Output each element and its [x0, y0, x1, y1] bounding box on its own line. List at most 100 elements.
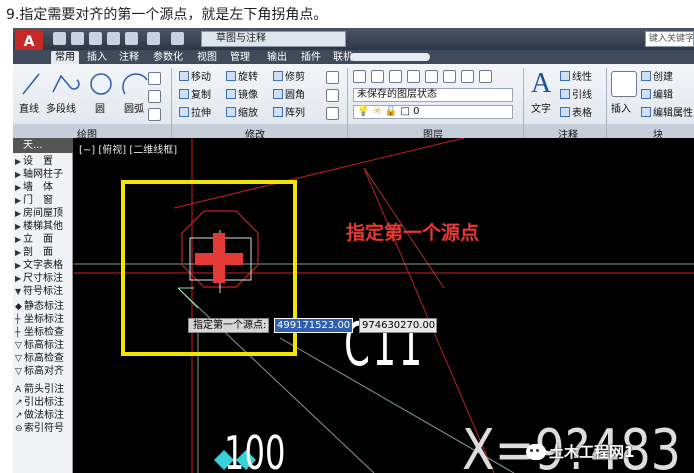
linear-dim-tool[interactable]: 线性	[560, 71, 592, 84]
palette-item[interactable]: ▶ 房间屋顶	[15, 208, 73, 220]
move-tool[interactable]: 移动	[179, 71, 211, 84]
palette-item[interactable]: ▶ 设 置	[15, 156, 73, 168]
tool-icon: A	[15, 385, 22, 395]
layer-icon[interactable]	[461, 70, 474, 83]
tab-insert[interactable]: 插入	[83, 51, 111, 64]
tab-view[interactable]: 视图	[193, 51, 221, 64]
ellipse-icon[interactable]	[148, 108, 161, 121]
tool-icon: ↗	[15, 398, 23, 408]
expand-arrow-icon: ▶	[15, 222, 22, 231]
erase-icon[interactable]	[326, 71, 339, 84]
layer-state-dropdown[interactable]: 未保存的图层状态	[353, 88, 513, 102]
new-file-icon[interactable]	[53, 32, 66, 45]
layer-icon[interactable]	[371, 70, 384, 83]
save-icon[interactable]	[89, 32, 102, 45]
stretch-tool[interactable]: 拉伸	[179, 107, 211, 120]
palette-tool[interactable]: ▽ 标高标注	[15, 340, 73, 352]
palette-tool[interactable]: ▽ 标高对齐	[15, 366, 73, 378]
tab-annotate[interactable]: 注释	[115, 51, 143, 64]
palette-tool[interactable]: ┼ 坐标检查	[15, 327, 73, 339]
tab-parametric[interactable]: 参数化	[149, 51, 187, 64]
palette-item[interactable]: ▶ 立 面	[15, 234, 73, 246]
layer-properties-icon[interactable]	[353, 70, 366, 83]
palette-tool[interactable]: A 箭头引注	[15, 384, 73, 396]
viewport-controls[interactable]: [−] [俯视] [二维线框]	[79, 141, 177, 156]
palette-tool[interactable]: ▽ 标高检查	[15, 353, 73, 365]
palette-item[interactable]: ▶ 轴网柱子	[15, 169, 73, 181]
tab-home[interactable]: 常用	[51, 51, 79, 64]
layer-icon[interactable]	[389, 70, 402, 83]
divider	[606, 68, 607, 138]
layer-icon[interactable]	[407, 70, 420, 83]
edit-attributes-tool[interactable]: 编辑属性	[641, 107, 693, 120]
print-icon[interactable]	[125, 32, 138, 45]
palette-tool-label: 坐标标注	[24, 314, 64, 325]
layer-icon[interactable]	[443, 70, 456, 83]
palette-item-label: 设 置	[23, 156, 53, 167]
palette-item[interactable]: ▶ 楼梯其他	[15, 221, 73, 233]
tab-output[interactable]: 输出	[263, 51, 291, 64]
palette-tool[interactable]: ⊖索引符号	[15, 423, 73, 435]
expand-arrow-icon: ▶	[15, 157, 22, 166]
text-tool-label[interactable]: 文字	[531, 100, 551, 115]
drawing-canvas[interactable]: [−] [俯视] [二维线框] 指定第一个源点 C11 100 X=9?483 …	[74, 138, 694, 473]
palette-tool[interactable]: ┼ 坐标标注	[15, 314, 73, 326]
save-as-icon[interactable]	[107, 32, 120, 45]
palette-tool[interactable]: ↗做法标注	[15, 410, 73, 422]
palette-item-label: 门 窗	[23, 195, 53, 206]
palette-tool[interactable]: ↗引出标注	[15, 397, 73, 409]
create-block-tool[interactable]: 创建	[641, 71, 673, 84]
explode-icon[interactable]	[326, 89, 339, 102]
divider	[171, 68, 172, 138]
palette-item[interactable]: ▶ 尺寸标注	[15, 273, 73, 285]
x-coordinate-input[interactable]: 499171523.00	[274, 318, 353, 333]
text-icon[interactable]: A	[531, 68, 551, 100]
offset-icon[interactable]	[326, 107, 339, 120]
circle-icon	[90, 73, 112, 95]
fillet-tool[interactable]: 圆角	[273, 89, 305, 102]
insert-block-icon[interactable]	[611, 71, 637, 97]
draw-line-label[interactable]: 直线	[19, 100, 39, 115]
table-tool[interactable]: 表格	[560, 107, 592, 120]
trim-tool[interactable]: 修剪	[273, 71, 305, 84]
draw-polyline-label[interactable]: 多段线	[46, 100, 76, 115]
palette-tool[interactable]: ◆ 静态标注	[15, 301, 73, 313]
leader-tool[interactable]: 引线	[560, 89, 592, 102]
ribbon-toggle[interactable]	[350, 53, 430, 61]
layer-icon[interactable]	[479, 70, 492, 83]
rectangle-icon[interactable]	[148, 72, 161, 85]
palette-title[interactable]: 天...	[13, 138, 73, 153]
draw-circle-label[interactable]: 圆	[95, 100, 105, 115]
copy-tool[interactable]: 复制	[179, 89, 211, 102]
draw-arc-label[interactable]: 圆弧	[124, 100, 144, 115]
layer-dropdown[interactable]: 💡 ☼ 🔓 □ 0	[353, 105, 513, 119]
undo-icon[interactable]	[147, 32, 160, 45]
redo-icon[interactable]	[171, 32, 184, 45]
edit-block-tool[interactable]: 编辑	[641, 89, 673, 102]
open-file-icon[interactable]	[71, 32, 84, 45]
hatch-icon[interactable]	[148, 90, 161, 103]
arc-icon	[122, 73, 148, 95]
workspace-selector[interactable]: 草图与注释	[201, 31, 346, 47]
search-input[interactable]: 键入关键字	[645, 31, 694, 47]
palette-item[interactable]: ▼ 符号标注	[15, 286, 73, 298]
tab-manage[interactable]: 管理	[226, 51, 254, 64]
trim-icon	[273, 71, 283, 81]
palette-item[interactable]: ▶ 墙 体	[15, 182, 73, 194]
tool-icon: ▽	[15, 341, 22, 351]
layer-icon[interactable]	[425, 70, 438, 83]
edit-label: 编辑	[653, 90, 673, 101]
palette-tool-label: 索引符号	[24, 423, 64, 434]
palette-item[interactable]: ▶ 剖 面	[15, 247, 73, 259]
rotate-tool[interactable]: 旋转	[226, 71, 258, 84]
array-tool[interactable]: 阵列	[273, 107, 305, 120]
tool-icon: ↗	[15, 411, 23, 421]
mirror-tool[interactable]: 镜像	[226, 89, 258, 102]
y-coordinate-input[interactable]: 974630270.00	[359, 318, 437, 333]
scale-tool[interactable]: 缩放	[226, 107, 258, 120]
palette-item[interactable]: ▶ 门 窗	[15, 195, 73, 207]
divider	[523, 68, 524, 138]
tab-plugins[interactable]: 插件	[297, 51, 325, 64]
palette-item[interactable]: ▶ 文字表格	[15, 260, 73, 272]
insert-label[interactable]: 插入	[611, 100, 631, 115]
